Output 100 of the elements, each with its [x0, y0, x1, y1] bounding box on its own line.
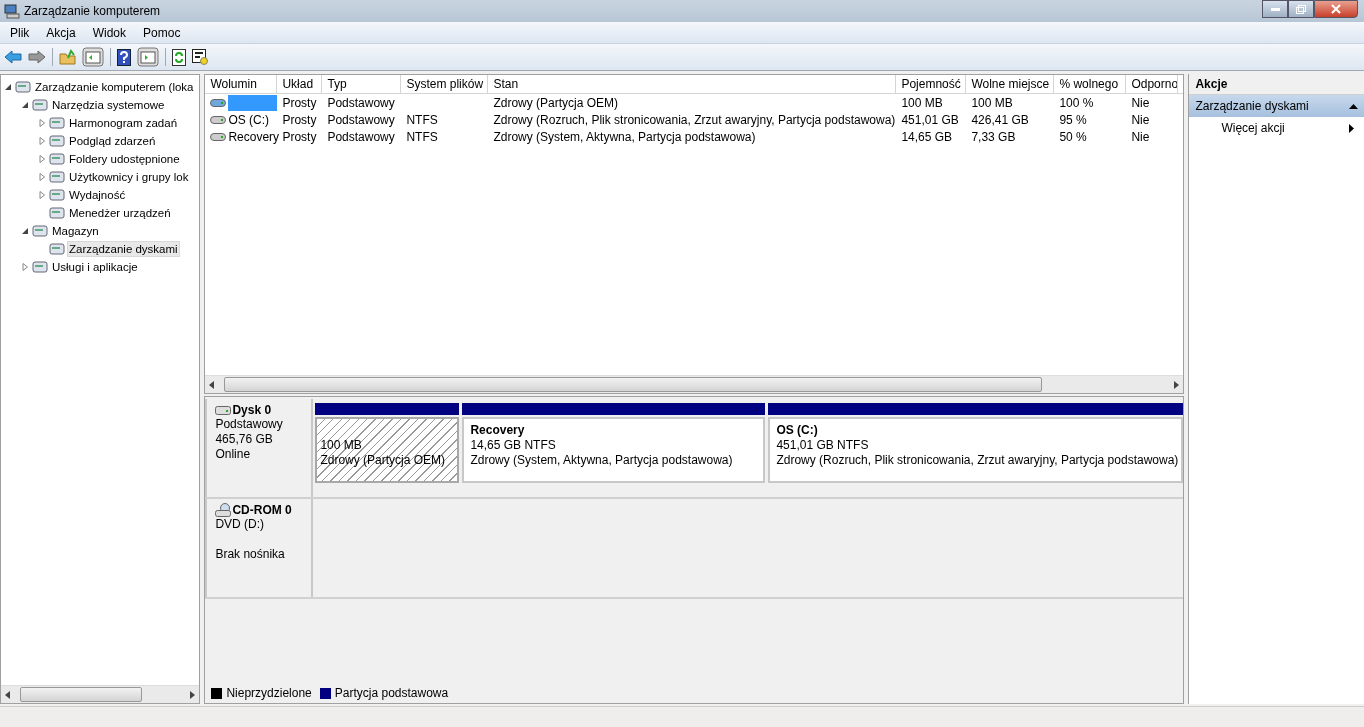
- menu-item[interactable]: Plik: [0, 25, 37, 40]
- table-cell: Podstawowy: [327, 129, 395, 144]
- help-icon[interactable]: [117, 48, 131, 66]
- scroll-left-icon[interactable]: [5, 690, 10, 699]
- tree-item[interactable]: Zarządzanie komputerem (loka: [33, 79, 196, 95]
- legend-label: Partycja podstawowa: [334, 686, 449, 700]
- table-cell: 50 %: [1059, 129, 1087, 144]
- tree-node-icon: [49, 241, 65, 257]
- restore-icon: [1296, 4, 1306, 14]
- horizontal-scrollbar[interactable]: [1, 685, 200, 703]
- table-cell: 7,33 GB: [971, 129, 1016, 144]
- disk-status: Online: [215, 447, 252, 462]
- partition-detail: 14,65 GB NTFS: [470, 438, 557, 453]
- tree-item[interactable]: Magazyn: [50, 223, 101, 239]
- table-cell: Zdrowy (System, Aktywna, Partycja podstawowa): [493, 129, 756, 144]
- disk-status: Brak nośnika: [215, 547, 286, 562]
- table-cell: NTFS: [406, 112, 438, 127]
- tree-item[interactable]: Foldery udostępnione: [67, 151, 182, 167]
- tree-item[interactable]: Zarządzanie dyskami: [67, 241, 180, 257]
- expanded-arrow-icon[interactable]: [21, 227, 29, 235]
- table-cell: 14,65 GB: [901, 129, 953, 144]
- scroll-right-icon[interactable]: [190, 690, 196, 699]
- maximize-button[interactable]: [1288, 0, 1314, 18]
- table-cell: Prosty: [282, 95, 317, 110]
- selected-volume-highlight[interactable]: [228, 94, 278, 111]
- tree-node-icon: [49, 187, 65, 203]
- table-cell: Nie: [1131, 112, 1150, 127]
- partition-detail: Zdrowy (Partycja OEM): [320, 453, 447, 468]
- partition-detail: 451,01 GB NTFS: [776, 438, 870, 453]
- table-cell: Podstawowy: [327, 112, 395, 127]
- horizontal-scrollbar[interactable]: [205, 375, 1184, 393]
- menu-item[interactable]: Widok: [82, 25, 134, 40]
- collapse-arrow-icon[interactable]: [1349, 103, 1358, 109]
- tree-node-icon: [49, 169, 65, 185]
- column-header[interactable]: Odporno: [1126, 75, 1179, 93]
- close-button[interactable]: [1314, 0, 1358, 18]
- tree-item[interactable]: Harmonogram zadań: [67, 115, 180, 131]
- optical-drive-icon: [215, 503, 232, 517]
- table-cell: 100 MB: [901, 95, 943, 110]
- column-header[interactable]: Układ: [277, 75, 323, 93]
- tree-node-icon: [49, 205, 65, 221]
- forward-arrow-icon[interactable]: [28, 50, 46, 64]
- collapsed-arrow-icon[interactable]: [38, 137, 46, 145]
- collapsed-arrow-icon[interactable]: [21, 263, 29, 271]
- minimize-button[interactable]: [1262, 0, 1288, 18]
- tree-item[interactable]: Narzędzia systemowe: [50, 97, 167, 113]
- collapsed-arrow-icon[interactable]: [38, 191, 46, 199]
- column-header[interactable]: Wolne miejsce: [966, 75, 1055, 93]
- back-arrow-icon[interactable]: [4, 50, 22, 64]
- actions-pane-title: Akcje: [1189, 74, 1364, 95]
- tree-item[interactable]: Usługi i aplikacje: [50, 259, 140, 275]
- partition-block[interactable]: 100 MB Zdrowy (Partycja OEM): [315, 417, 460, 483]
- minimize-icon: [1270, 7, 1280, 11]
- disk-detail: Podstawowy: [215, 417, 284, 432]
- table-cell: 100 %: [1059, 95, 1094, 110]
- scroll-left-icon[interactable]: [209, 380, 215, 389]
- menu-item[interactable]: Akcja: [36, 25, 83, 40]
- action-link[interactable]: Więcej akcji: [1221, 121, 1285, 135]
- tree-item[interactable]: Wydajność: [67, 187, 128, 203]
- table-cell: 451,01 GB: [901, 112, 959, 127]
- close-icon: [1331, 4, 1341, 14]
- disk-name: CD-ROM 0: [232, 503, 292, 517]
- properties-icon[interactable]: [192, 49, 208, 65]
- tree-node-icon: [32, 223, 48, 239]
- table-cell: Nie: [1131, 129, 1150, 144]
- table-cell: NTFS: [406, 129, 438, 144]
- partition-block[interactable]: Recovery 14,65 GB NTFS Zdrowy (System, Aktywna, Partycja podstawowa): [462, 417, 766, 483]
- menu-item[interactable]: Pomoc: [133, 25, 188, 40]
- disk-info-panel[interactable]: CD-ROM 0 DVD (D:) Brak nośnika: [205, 499, 314, 597]
- column-header[interactable]: Typ: [322, 75, 402, 93]
- table-cell[interactable]: OS (C:): [228, 112, 270, 127]
- tree-item[interactable]: Podgląd zdarzeń: [67, 133, 158, 149]
- computer-icon: [4, 3, 20, 19]
- collapsed-arrow-icon[interactable]: [38, 119, 46, 127]
- pane-toggle-icon[interactable]: [82, 47, 104, 67]
- pane-toggle-icon[interactable]: [137, 47, 159, 67]
- partition-block[interactable]: OS (C:) 451,01 GB NTFS Zdrowy (Rozruch, Plik stronicowania, Zrzut awaryjny, Partycja podstawowa): [768, 417, 1184, 483]
- expanded-arrow-icon[interactable]: [4, 83, 12, 91]
- column-header[interactable]: Stan: [488, 75, 897, 93]
- partition-detail: Zdrowy (Rozruch, Plik stronicowania, Zrzut awaryjny, Partycja podstawowa): [776, 453, 1176, 468]
- collapsed-arrow-icon[interactable]: [38, 173, 46, 181]
- folder-up-icon[interactable]: [59, 49, 76, 65]
- scroll-right-icon[interactable]: [1174, 380, 1180, 389]
- table-cell[interactable]: Recovery: [228, 129, 280, 144]
- table-cell: Zdrowy (Rozruch, Plik stronicowania, Zrzut awaryjny, Partycja podstawowa): [493, 112, 896, 127]
- expanded-arrow-icon[interactable]: [21, 101, 29, 109]
- column-header[interactable]: System plików: [401, 75, 489, 93]
- tree-item[interactable]: Menedżer urządzeń: [67, 205, 173, 221]
- window-title: Zarządzanie komputerem: [24, 4, 161, 18]
- tree-item[interactable]: Użytkownicy i grupy lok: [67, 169, 191, 185]
- column-header[interactable]: Pojemność: [896, 75, 967, 93]
- table-cell: Prosty: [282, 129, 317, 144]
- collapsed-arrow-icon[interactable]: [38, 155, 46, 163]
- drive-icon: [210, 114, 227, 125]
- actions-section-header[interactable]: Zarządzanie dyskami: [1189, 95, 1364, 117]
- table-cell: Zdrowy (Partycja OEM): [493, 95, 619, 110]
- disk-info-panel[interactable]: Dysk 0 Podstawowy 465,76 GB Online: [205, 399, 314, 497]
- column-header[interactable]: Wolumin: [205, 75, 278, 93]
- column-header[interactable]: % wolnego: [1054, 75, 1127, 93]
- refresh-icon[interactable]: [172, 48, 186, 66]
